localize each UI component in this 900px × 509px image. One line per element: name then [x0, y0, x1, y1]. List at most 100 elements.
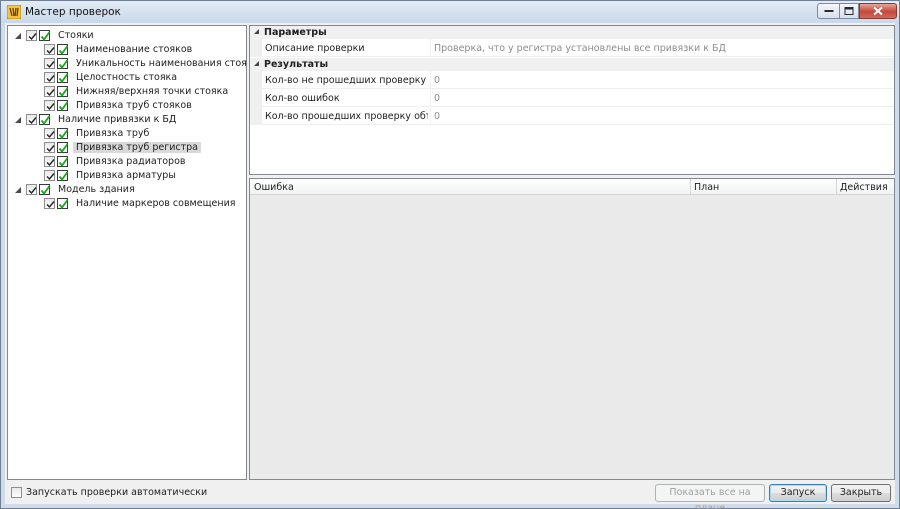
- row-gutter: [250, 39, 262, 57]
- property-row-failed[interactable]: Кол-во не прошедших проверку об... 0: [250, 71, 894, 89]
- check-status-icon: [39, 30, 51, 41]
- run-button[interactable]: Запуск: [769, 484, 827, 502]
- expand-arrow-icon[interactable]: [14, 32, 22, 40]
- check-status-icon: [39, 184, 51, 195]
- property-name: Кол-во ошибок: [265, 93, 340, 104]
- tree-item-label: Привязка радиаторов: [76, 156, 186, 167]
- check-status-icon: [57, 86, 69, 97]
- tree-checkbox[interactable]: [44, 58, 55, 69]
- tree-item-label: Привязка арматуры: [76, 170, 176, 181]
- checks-tree[interactable]: Стояки Наименование стояков Уникальность н…: [7, 25, 264, 480]
- expand-arrow-icon[interactable]: [14, 186, 22, 194]
- auto-run-option[interactable]: Запускать проверки автоматически: [11, 487, 207, 498]
- property-name: Описание проверки: [265, 43, 365, 54]
- tree-item-label: Модель здания: [58, 184, 135, 195]
- title-bar[interactable]: Мастер проверок: [1, 1, 899, 23]
- check-status-icon: [57, 198, 69, 209]
- tree-item[interactable]: Наименование стояков: [44, 43, 195, 56]
- tree-checkbox[interactable]: [44, 86, 55, 97]
- close-window-button[interactable]: [859, 3, 897, 19]
- tree-checkbox[interactable]: [26, 114, 37, 125]
- maximize-button[interactable]: [839, 3, 859, 19]
- show-all-on-plan-button[interactable]: Показать все на плане: [655, 484, 765, 509]
- check-status-icon: [57, 170, 69, 181]
- tree-item-label: Привязка труб регистра: [73, 142, 202, 153]
- tree-item-label: Наименование стояков: [76, 44, 193, 55]
- property-value: 0: [434, 75, 441, 86]
- tree-group[interactable]: Наличие привязки к БД: [14, 113, 179, 126]
- tree-item-label: Привязка труб стояков: [76, 100, 192, 111]
- tree-checkbox[interactable]: [44, 100, 55, 111]
- property-name: Кол-во не прошедших проверку об...: [265, 75, 428, 86]
- property-value: Проверка, что у регистра установлены все…: [434, 43, 726, 54]
- tree-checkbox[interactable]: [44, 128, 55, 139]
- close-icon: [873, 6, 883, 16]
- column-divider: [430, 89, 431, 107]
- window-title: Мастер проверок: [25, 6, 121, 18]
- property-value: 0: [434, 93, 441, 104]
- check-status-icon: [57, 100, 69, 111]
- column-header-plan[interactable]: План: [694, 182, 719, 193]
- tree-checkbox[interactable]: [44, 198, 55, 209]
- tree-item-label: Привязка труб: [76, 128, 150, 139]
- row-gutter: [250, 71, 262, 89]
- column-header-error[interactable]: Ошибка: [254, 182, 294, 193]
- errors-table[interactable]: Ошибка План Действия: [249, 178, 895, 480]
- tree-item[interactable]: Привязка труб: [44, 127, 152, 140]
- tree-item[interactable]: Привязка труб стояков: [44, 99, 195, 112]
- minimize-icon: [824, 10, 833, 12]
- check-status-icon: [39, 114, 51, 125]
- tree-item[interactable]: Привязка арматуры: [44, 169, 179, 182]
- expand-arrow-icon[interactable]: [14, 116, 22, 124]
- category-label: Результаты: [264, 59, 329, 70]
- row-gutter: [250, 107, 262, 125]
- column-divider: [430, 107, 431, 125]
- tree-checkbox[interactable]: [26, 30, 37, 41]
- tree-item[interactable]: Нижняя/верхняя точки стояка: [44, 85, 231, 98]
- column-header-actions[interactable]: Действия: [840, 182, 888, 193]
- column-divider: [430, 39, 431, 57]
- tree-checkbox[interactable]: [44, 170, 55, 181]
- tree-group[interactable]: Модель здания: [14, 183, 138, 196]
- client-area: Стояки Наименование стояков Уникальность н…: [5, 23, 895, 509]
- property-row-passed[interactable]: Кол-во прошедших проверку объек... 0: [250, 107, 894, 125]
- close-button[interactable]: Закрыть: [831, 484, 891, 502]
- collapse-arrow-icon: [254, 61, 259, 66]
- auto-run-label: Запускать проверки автоматически: [26, 487, 208, 498]
- collapse-arrow-icon: [254, 29, 259, 34]
- tree-item-label: Наличие привязки к БД: [58, 114, 177, 125]
- tree-item[interactable]: Уникальность наименования стояков: [44, 57, 267, 70]
- tree-checkbox[interactable]: [44, 44, 55, 55]
- check-status-icon: [57, 44, 69, 55]
- column-separator[interactable]: [836, 179, 837, 194]
- tree-item[interactable]: Целостность стояка: [44, 71, 180, 84]
- auto-run-checkbox[interactable]: [11, 487, 22, 498]
- minimize-button[interactable]: [817, 3, 839, 19]
- tree-item[interactable]: Наличие маркеров совмещения: [44, 197, 238, 210]
- window: Мастер проверок Стояки Наименование стояк…: [0, 0, 900, 509]
- category-label: Параметры: [264, 27, 327, 38]
- row-gutter: [250, 89, 262, 107]
- property-row-errors[interactable]: Кол-во ошибок 0: [250, 89, 894, 107]
- tree-item-label: Уникальность наименования стояков: [76, 58, 265, 69]
- category-params[interactable]: Параметры: [250, 26, 894, 39]
- tree-checkbox[interactable]: [44, 156, 55, 167]
- check-status-icon: [57, 72, 69, 83]
- property-row-description[interactable]: Описание проверки Проверка, что у регист…: [250, 39, 894, 57]
- tree-group[interactable]: Стояки: [14, 29, 97, 42]
- property-grid: Параметры Описание проверки Проверка, чт…: [249, 25, 895, 175]
- column-separator[interactable]: [690, 179, 691, 194]
- tree-checkbox[interactable]: [44, 142, 55, 153]
- tree-checkbox[interactable]: [44, 72, 55, 83]
- tree-item[interactable]: Привязка труб регистра: [44, 141, 202, 154]
- check-status-icon: [57, 128, 69, 139]
- category-results[interactable]: Результаты: [250, 58, 894, 71]
- app-icon: [7, 5, 21, 19]
- tree-item[interactable]: Привязка радиаторов: [44, 155, 189, 168]
- tree-item-label: Целостность стояка: [76, 72, 178, 83]
- tree-item-label: Нижняя/верхняя точки стояка: [76, 86, 229, 97]
- property-value: 0: [434, 111, 441, 122]
- tree-checkbox[interactable]: [26, 184, 37, 195]
- tree-item-label: Наличие маркеров совмещения: [76, 198, 236, 209]
- check-status-icon: [57, 156, 69, 167]
